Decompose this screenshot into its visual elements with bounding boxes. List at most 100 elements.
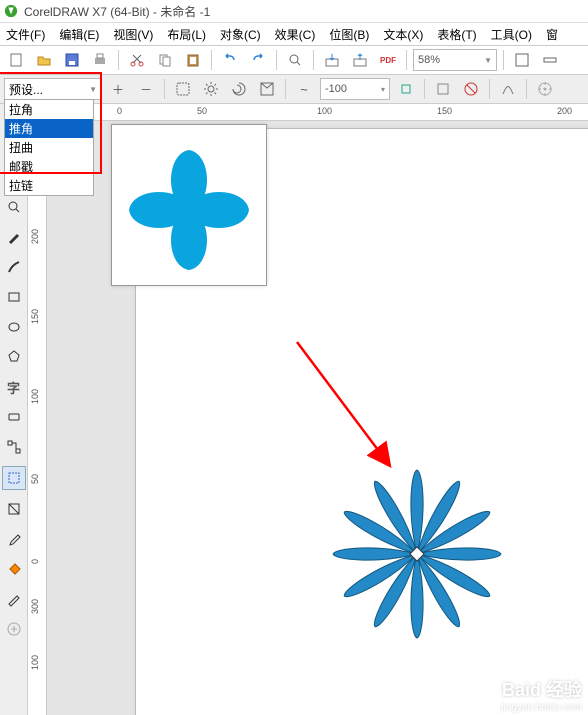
preset-option[interactable]: 推角	[5, 119, 93, 138]
twister-button[interactable]	[227, 77, 251, 101]
preset-option[interactable]: 拉角	[5, 100, 93, 119]
paste-icon	[185, 52, 201, 68]
object-props-button[interactable]	[533, 77, 557, 101]
save-button[interactable]	[60, 48, 84, 72]
menu-table[interactable]: 表格(T)	[437, 26, 476, 43]
ruler-tick: 50	[197, 106, 207, 116]
plus-icon: ＋	[112, 81, 124, 98]
menu-text[interactable]: 文本(X)	[383, 26, 423, 43]
push-pull-icon	[174, 80, 192, 98]
rulers-button[interactable]	[538, 48, 562, 72]
amplitude-input[interactable]: -100 ▾	[320, 78, 390, 100]
ruler-tick: 0	[117, 106, 122, 116]
preset-option[interactable]: 邮戳	[5, 157, 93, 176]
zoom-tool[interactable]	[3, 196, 25, 218]
connector-tool[interactable]	[3, 436, 25, 458]
preset-option[interactable]: 拉链	[5, 176, 93, 195]
window-title: CorelDRAW X7 (64-Bit) - 未命名 -1	[24, 3, 210, 20]
distortion-preview	[111, 124, 267, 286]
fullscreen-button[interactable]	[510, 48, 534, 72]
paste-button[interactable]	[181, 48, 205, 72]
parallel-dim-tool[interactable]	[3, 406, 25, 428]
undo-button[interactable]	[218, 48, 242, 72]
push-pull-button[interactable]	[171, 77, 195, 101]
star-distort-button[interactable]	[199, 77, 223, 101]
clear-distort-button[interactable]	[459, 77, 483, 101]
menu-file[interactable]: 文件(F)	[6, 26, 45, 43]
convert-curve-button[interactable]	[496, 77, 520, 101]
new-button[interactable]	[4, 48, 28, 72]
print-icon	[92, 52, 108, 68]
clover-shape-icon	[112, 125, 266, 285]
open-button[interactable]	[32, 48, 56, 72]
print-button[interactable]	[88, 48, 112, 72]
export-button[interactable]	[348, 48, 372, 72]
menu-window[interactable]: 窗	[546, 26, 558, 43]
watermark: Baid 经验 jingyan.baidu.com	[501, 676, 582, 713]
property-bar: 预设... ▼ 拉角 推角 扭曲 邮戳 拉链 ＋ － ~ -100 ▾	[0, 75, 588, 104]
ruler-tick: 0	[30, 559, 40, 564]
target-icon	[537, 81, 553, 97]
no-icon	[463, 81, 479, 97]
preset-option[interactable]: 扭曲	[5, 138, 93, 157]
app-logo-icon	[4, 4, 18, 18]
envelope-button[interactable]	[255, 77, 279, 101]
ellipse-tool[interactable]	[3, 316, 25, 338]
menu-object[interactable]: 对象(C)	[220, 26, 261, 43]
pdf-icon: PDF	[380, 56, 396, 65]
separator	[164, 79, 165, 99]
separator	[118, 50, 119, 70]
stepper-icon: ▾	[381, 85, 385, 94]
menu-view[interactable]: 视图(V)	[113, 26, 153, 43]
rectangle-tool[interactable]	[3, 286, 25, 308]
sun-icon	[202, 80, 220, 98]
fill-tool[interactable]	[3, 558, 25, 580]
add-preset-button[interactable]: ＋	[106, 77, 130, 101]
save-icon	[64, 52, 80, 68]
distort-tool[interactable]	[2, 466, 26, 490]
quick-customize[interactable]	[3, 618, 25, 640]
ruler-tick: 200	[557, 106, 572, 116]
copy-distort-icon	[435, 81, 451, 97]
menu-tool[interactable]: 工具(O)	[491, 26, 532, 43]
rectangle-icon	[6, 289, 22, 305]
ruler-tick: 150	[30, 309, 40, 324]
preset-dropdown[interactable]: 预设... ▼ 拉角 推角 扭曲 邮戳 拉链	[4, 78, 102, 100]
text-icon: 字	[7, 378, 20, 397]
copy-distort-button[interactable]	[431, 77, 455, 101]
polygon-icon	[6, 349, 22, 365]
menu-layout[interactable]: 布局(L)	[167, 26, 206, 43]
publish-pdf-button[interactable]: PDF	[376, 48, 400, 72]
menu-edit[interactable]: 编辑(E)	[59, 26, 99, 43]
import-button[interactable]	[320, 48, 344, 72]
text-tool[interactable]: 字	[3, 376, 25, 398]
dimension-icon	[6, 409, 22, 425]
transparency-tool[interactable]	[3, 498, 25, 520]
polygon-tool[interactable]	[3, 346, 25, 368]
redo-button[interactable]	[246, 48, 270, 72]
freehand-tool[interactable]	[3, 226, 25, 248]
horizontal-ruler: 050100150200	[47, 104, 588, 121]
search-button[interactable]	[283, 48, 307, 72]
eyedropper-tool[interactable]	[3, 528, 25, 550]
pen-icon	[6, 229, 22, 245]
canvas[interactable]: 050100150200	[47, 104, 588, 715]
plus-circle-icon	[6, 621, 22, 637]
menu-bar: 文件(F) 编辑(E) 视图(V) 布局(L) 对象(C) 效果(C) 位图(B…	[0, 23, 588, 46]
undo-icon	[222, 52, 238, 68]
chevron-down-icon: ▼	[484, 56, 492, 65]
add-node-button[interactable]	[394, 77, 418, 101]
outline-tool[interactable]	[3, 588, 25, 610]
separator	[276, 50, 277, 70]
cut-button[interactable]	[125, 48, 149, 72]
zoom-input[interactable]: 58% ▼	[413, 49, 497, 71]
menu-bitmap[interactable]: 位图(B)	[329, 26, 369, 43]
artistic-tool[interactable]	[3, 256, 25, 278]
remove-preset-button[interactable]: －	[134, 77, 158, 101]
menu-effect[interactable]: 效果(C)	[275, 26, 316, 43]
ruler-tick: 200	[30, 229, 40, 244]
ruler-icon	[542, 52, 558, 68]
wave-button[interactable]: ~	[292, 77, 316, 101]
import-icon	[324, 52, 340, 68]
copy-button[interactable]	[153, 48, 177, 72]
